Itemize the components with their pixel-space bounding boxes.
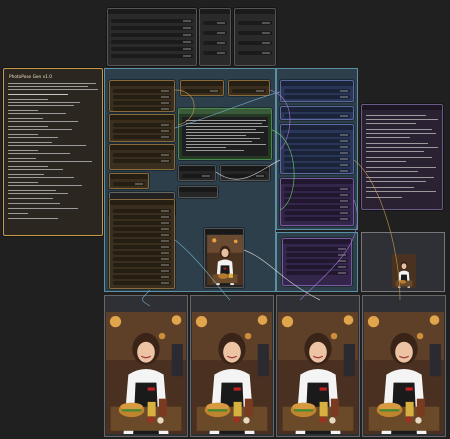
clip-loader-node[interactable] xyxy=(109,144,175,170)
positive-prompt-node[interactable] xyxy=(178,108,272,160)
seed-node[interactable] xyxy=(180,80,224,96)
sampler-settings-list-node[interactable] xyxy=(109,199,175,289)
checkpoint-loader-node[interactable] xyxy=(109,80,175,112)
ksampler-node[interactable] xyxy=(280,124,354,174)
output-image-3 xyxy=(278,312,358,434)
waitress-photo xyxy=(364,312,444,434)
empty-latent-node[interactable] xyxy=(178,186,218,198)
waitress-photo xyxy=(106,312,186,434)
top-batch-panel[interactable] xyxy=(234,8,276,66)
output-image-1 xyxy=(106,312,186,434)
guidance-node[interactable] xyxy=(280,106,354,120)
lora-loader-node[interactable] xyxy=(109,114,175,142)
waitress-photo-small xyxy=(392,254,416,288)
scheduler-node[interactable] xyxy=(280,178,354,226)
small-preview-image xyxy=(392,254,416,288)
model-sampling-node[interactable] xyxy=(280,80,354,102)
waitress-photo xyxy=(278,312,358,434)
top-size-panel[interactable] xyxy=(199,8,231,66)
preview-image-node[interactable] xyxy=(204,228,244,288)
negative-prompt-node[interactable] xyxy=(178,165,216,181)
top-settings-panel[interactable] xyxy=(107,8,197,66)
upscale-node[interactable] xyxy=(282,238,352,286)
preview-image xyxy=(207,235,243,285)
output-image-2 xyxy=(192,312,272,434)
vae-loader-node[interactable] xyxy=(109,173,149,189)
waitress-photo xyxy=(207,235,243,285)
notes-title: PhotoPose Gen v1.0 xyxy=(9,75,53,80)
primitive-node[interactable] xyxy=(228,80,270,96)
info-text-node[interactable] xyxy=(361,104,443,210)
waitress-photo xyxy=(192,312,272,434)
output-image-4 xyxy=(364,312,444,434)
conditioning-node[interactable] xyxy=(220,165,270,181)
notes-node[interactable]: PhotoPose Gen v1.0 xyxy=(3,68,103,236)
